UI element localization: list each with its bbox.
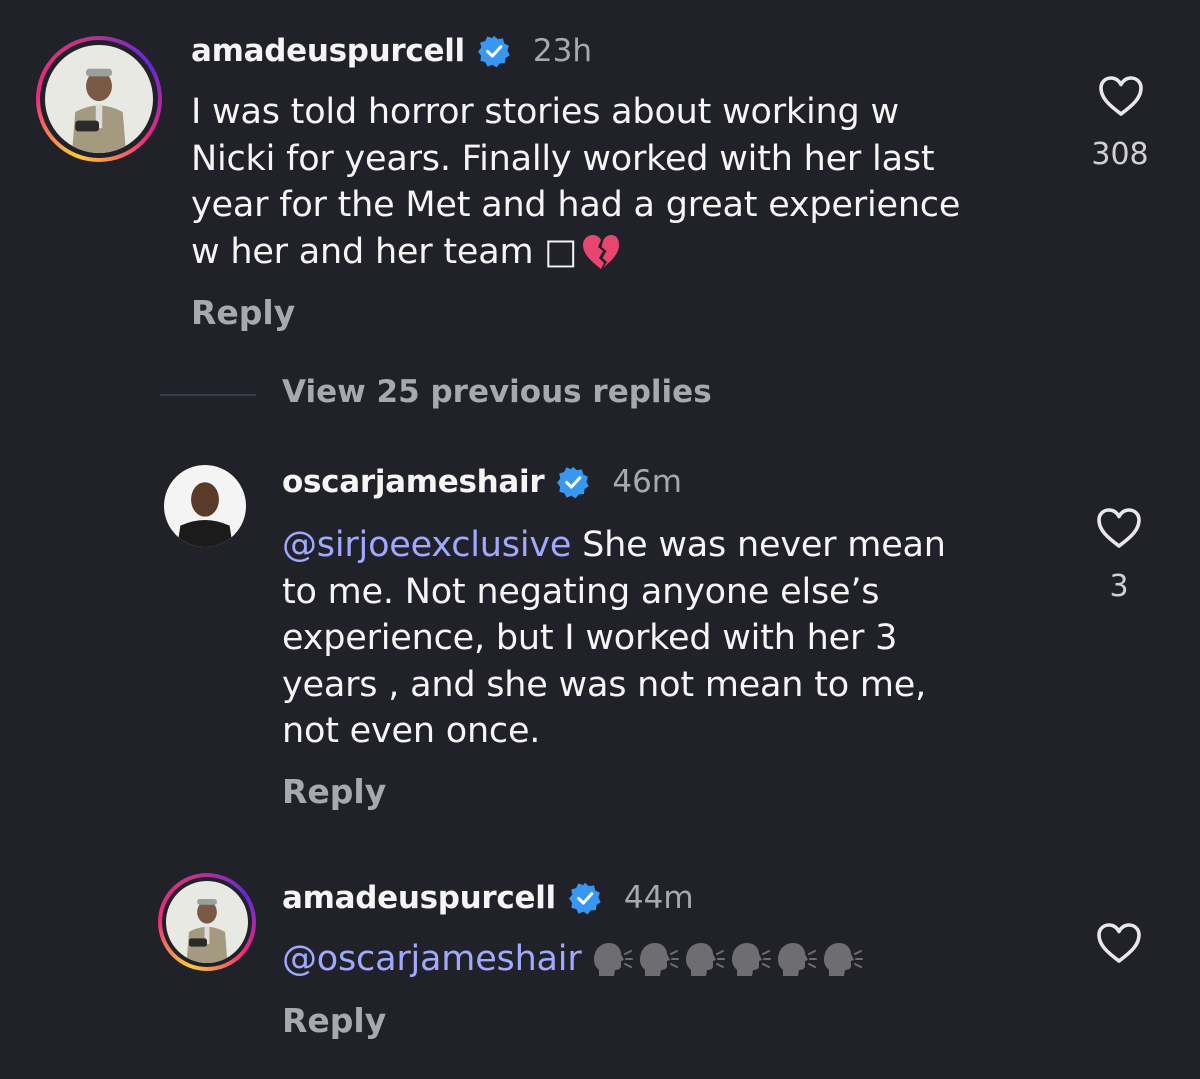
like-count: 308	[1091, 137, 1149, 172]
avatar	[166, 881, 248, 963]
comment-timestamp: 23h	[532, 33, 592, 69]
view-previous-replies-button[interactable]: View 25 previous replies	[282, 374, 712, 410]
like-count: 3	[1109, 569, 1129, 604]
comment-text: @sirjoeexclusive She was never mean to m…	[282, 522, 1042, 755]
avatar-story-ring[interactable]	[36, 36, 162, 162]
comment-username[interactable]: amadeuspurcell	[191, 33, 465, 69]
comment-text: I was told horror stories about working …	[191, 89, 1061, 275]
verified-badge-icon	[477, 35, 510, 68]
replies-divider	[160, 394, 256, 396]
comment-line: She was never mean	[571, 525, 946, 565]
comment-username[interactable]: amadeuspurcell	[282, 880, 556, 916]
like-heart-icon[interactable]	[1097, 74, 1145, 118]
comment-line: w her and her team □	[191, 231, 578, 272]
speaking-head-icon	[685, 943, 725, 977]
reply-button[interactable]: Reply	[282, 1001, 386, 1040]
speaking-head-icon	[639, 943, 679, 977]
speaking-head-icon	[823, 943, 863, 977]
like-heart-icon[interactable]	[1095, 506, 1143, 550]
mention-link[interactable]: @oscarjameshair	[282, 936, 582, 983]
comment-timestamp: 46m	[612, 464, 683, 500]
comment-line: year for the Met and had a great experie…	[191, 185, 961, 225]
comment-line: Nicki for years. Finally worked with her…	[191, 138, 935, 179]
mention-link[interactable]: @sirjoeexclusive	[282, 525, 571, 565]
avatar-story-ring[interactable]	[158, 873, 256, 971]
reply-button[interactable]: Reply	[191, 293, 295, 332]
speaking-head-icon	[593, 943, 633, 977]
broken-heart-icon	[583, 234, 620, 269]
comment-line: not even once.	[282, 711, 541, 751]
comment-line: experience, but I worked with her 3	[282, 618, 898, 658]
comment-line: I was told horror stories about working …	[191, 92, 899, 132]
comment-line: to me. Not negating anyone else’s	[282, 571, 880, 612]
comment-timestamp: 44m	[623, 880, 694, 916]
comment-username[interactable]: oscarjameshair	[282, 464, 545, 500]
comment-line: years , and she was not mean to me,	[282, 664, 927, 705]
avatar	[45, 45, 153, 153]
like-heart-icon[interactable]	[1095, 921, 1143, 965]
verified-badge-icon	[568, 882, 601, 915]
speaking-head-emoji-row	[590, 940, 864, 978]
speaking-head-icon	[777, 943, 817, 977]
comment-text: @oscarjameshair	[282, 936, 864, 983]
avatar[interactable]	[164, 465, 246, 547]
verified-badge-icon	[557, 466, 590, 499]
speaking-head-icon	[731, 943, 771, 977]
reply-button[interactable]: Reply	[282, 772, 386, 811]
